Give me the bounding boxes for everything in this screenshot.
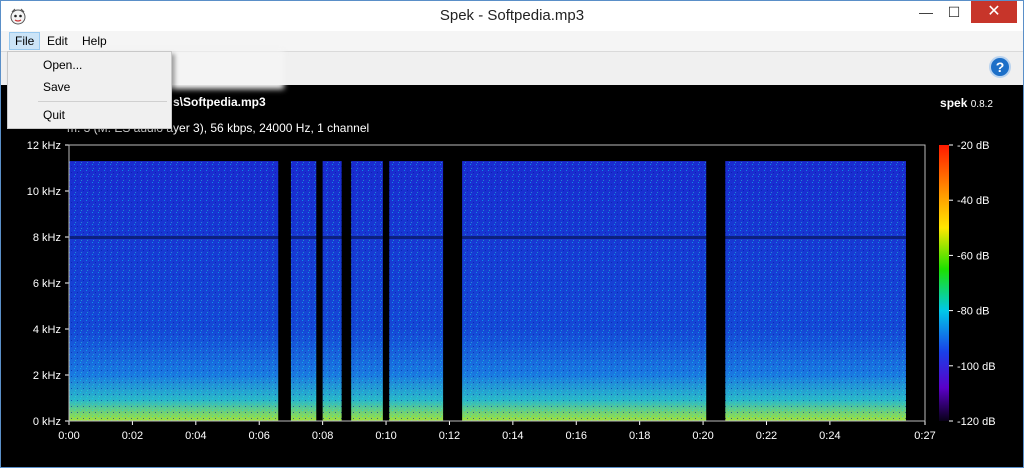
silent-gap [278,145,291,421]
x-tick-label: 0:08 [312,430,333,442]
menu-separator [38,101,167,102]
menu-item-open[interactable]: Open... [8,55,171,75]
y-tick-label: 4 kHz [33,324,61,336]
silent-gap [316,145,323,421]
y-tick-label: 0 kHz [33,416,61,428]
menu-item-quit[interactable]: Quit [8,105,171,125]
frequency-band-8khz [69,236,906,239]
silent-gap [341,145,352,421]
x-tick-label: 0:24 [819,430,840,442]
menu-bar: File Edit Help [1,31,1023,52]
menu-help[interactable]: Help [77,33,112,49]
window-title: Spek - Softpedia.mp3 [439,7,585,24]
menu-item-save[interactable]: Save [8,77,171,97]
colorbar-tick-label: -20 dB [957,140,989,152]
menu-edit[interactable]: Edit [42,33,73,49]
y-tick-label: 6 kHz [33,278,61,290]
colorbar-tick-label: -120 dB [957,416,996,428]
color-bar [939,145,949,421]
x-tick-label: 0:10 [375,430,396,442]
spectrogram-noise [69,161,906,421]
spectrogram-chart: 12 kHz 10 kHz 8 kHz 6 kHz 4 kHz 2 kHz 0 kHz 0:0… [27,140,996,442]
silent-gap [443,145,463,421]
x-tick-label: 0:00 [58,430,79,442]
spectrogram-view: s\Softpedia.mp3 m. 3 (M. ES audio ayer 3… [1,85,1023,467]
silent-gap [382,145,390,421]
x-tick-label: 0:22 [756,430,777,442]
help-button[interactable]: ? [989,56,1011,78]
x-tick-label: 0:27 [914,430,935,442]
x-tick-label: 0:18 [629,430,650,442]
menu-file[interactable]: File [9,32,41,50]
title-bar[interactable]: Spek - Softpedia.mp3 — ☐ ✕ [1,1,1023,31]
silent-gap [706,145,726,421]
colorbar-tick-label: -80 dB [957,306,989,318]
x-tick-label: 0:04 [185,430,206,442]
x-tick-label: 0:20 [692,430,713,442]
colorbar-tick-label: -100 dB [957,361,996,373]
x-tick-label: 0:06 [249,430,270,442]
x-tick-label: 0:12 [439,430,460,442]
x-tick-label: 0:02 [122,430,143,442]
x-tick-label: 0:16 [566,430,587,442]
minimize-button[interactable]: — [913,1,939,23]
y-tick-label: 2 kHz [33,370,61,382]
y-tick-label: 12 kHz [27,140,61,152]
y-tick-label: 8 kHz [33,232,61,244]
colorbar-tick-label: -40 dB [957,195,989,207]
colorbar-tick-label: -60 dB [957,250,989,262]
close-button[interactable]: ✕ [971,1,1017,23]
x-tick-label: 0:14 [502,430,523,442]
maximize-button[interactable]: ☐ [941,1,967,23]
file-menu-dropdown: Open... Save Quit [7,51,172,129]
y-tick-label: 10 kHz [27,186,61,198]
